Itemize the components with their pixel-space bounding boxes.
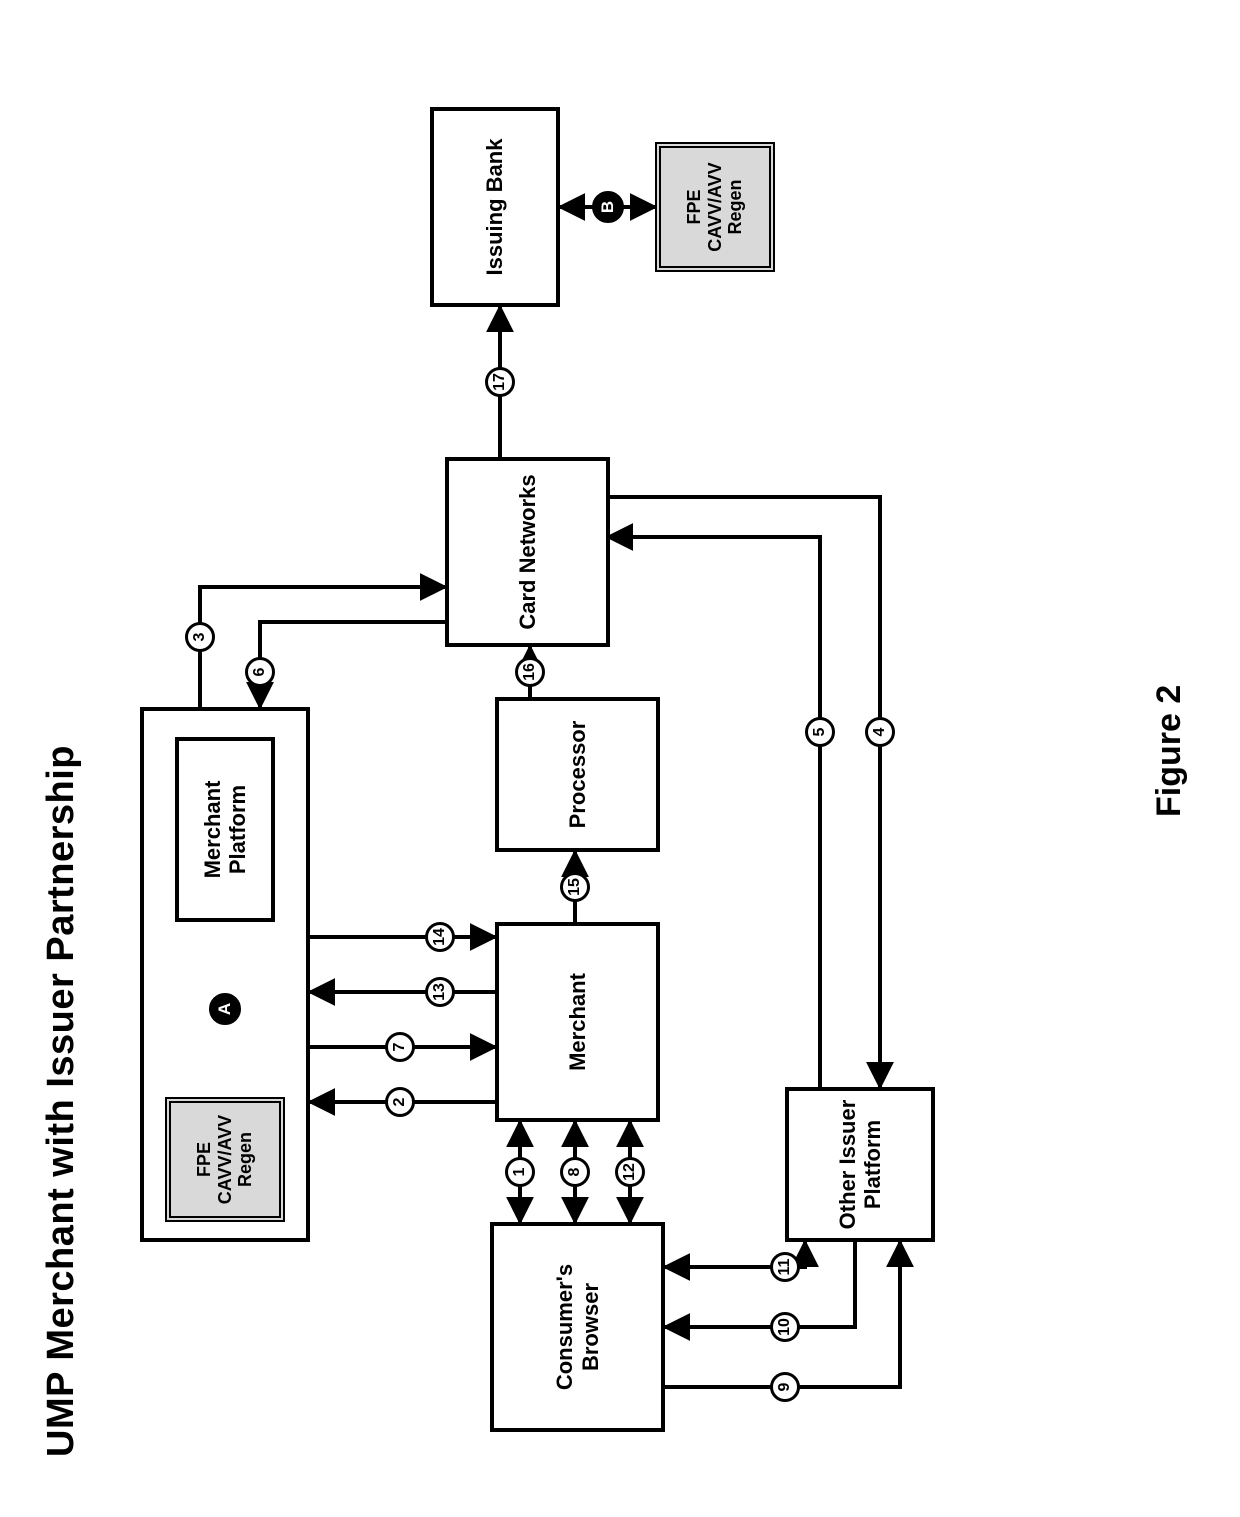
merchant-box: Merchant <box>495 922 660 1122</box>
step-7: 7 <box>385 1032 415 1062</box>
step-13: 13 <box>425 977 455 1007</box>
step-10: 10 <box>770 1312 800 1342</box>
step-6: 6 <box>245 657 275 687</box>
consumer-browser-box: Consumer's Browser <box>490 1222 665 1432</box>
step-1: 1 <box>505 1157 535 1187</box>
step-14: 14 <box>425 922 455 952</box>
other-issuer-platform-box: Other Issuer Platform <box>785 1087 935 1242</box>
step-16: 16 <box>515 657 545 687</box>
issuing-bank-box: Issuing Bank <box>430 107 560 307</box>
diagram-canvas: UMP Merchant with Issuer Partnership <box>0 0 1240 1517</box>
stage: UMP Merchant with Issuer Partnership <box>0 0 1240 1517</box>
step-3: 3 <box>185 622 215 652</box>
processor-box: Processor <box>495 697 660 852</box>
fpe-bank-box: FPE CAVV/AVV Regen <box>655 142 775 272</box>
step-17: 17 <box>485 367 515 397</box>
step-9: 9 <box>770 1372 800 1402</box>
step-11: 11 <box>770 1252 800 1282</box>
fpe-platform-box: FPE CAVV/AVV Regen <box>165 1097 285 1222</box>
step-5: 5 <box>805 717 835 747</box>
step-12: 12 <box>615 1157 645 1187</box>
card-networks-box: Card Networks <box>445 457 610 647</box>
step-4: 4 <box>865 717 895 747</box>
step-8: 8 <box>560 1157 590 1187</box>
step-2: 2 <box>385 1087 415 1117</box>
figure-caption: Figure 2 <box>1150 685 1189 817</box>
step-15: 15 <box>560 872 590 902</box>
merchant-platform-box: Merchant Platform <box>175 737 275 922</box>
badge-a: A <box>209 993 241 1025</box>
badge-b: B <box>592 191 624 223</box>
